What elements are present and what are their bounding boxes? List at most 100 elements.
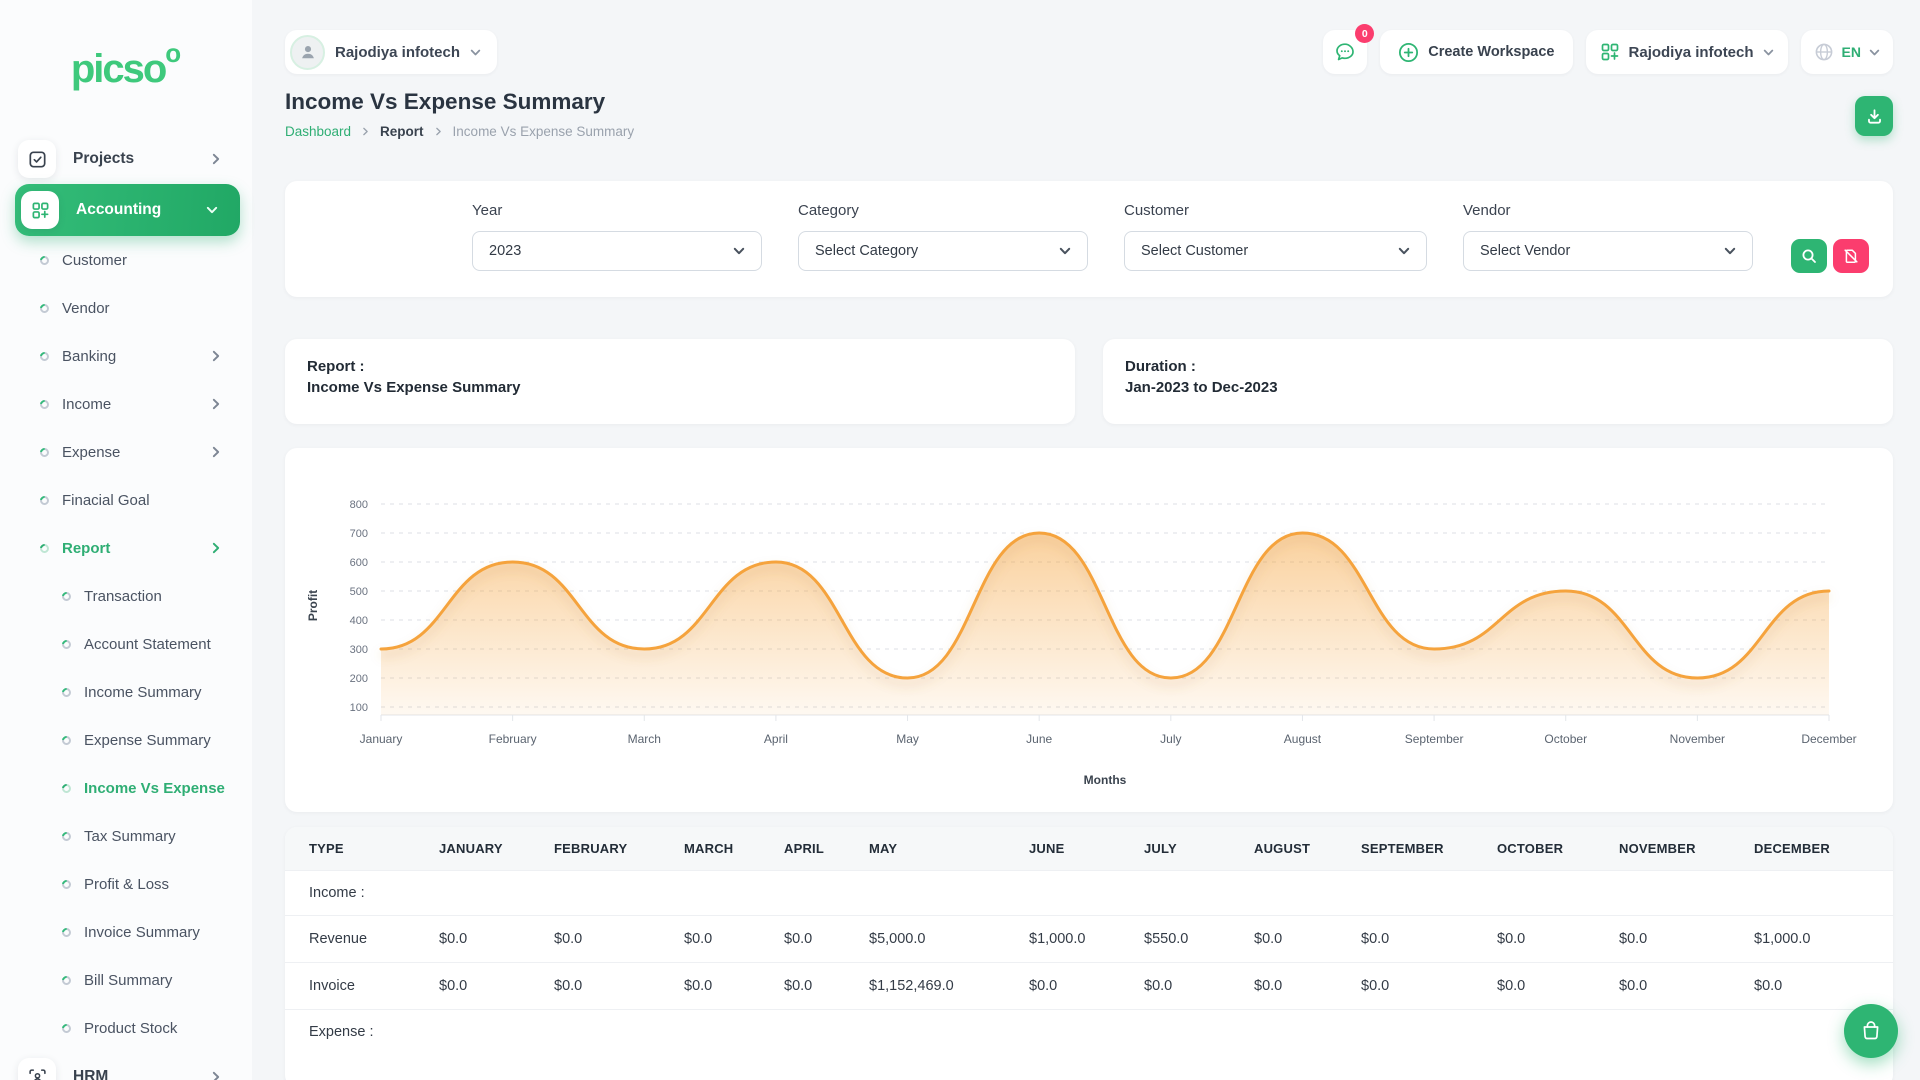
workspace-name: Rajodiya infotech bbox=[1629, 44, 1754, 61]
chevron-down-icon bbox=[1869, 47, 1880, 58]
shopping-bag-icon bbox=[1859, 1019, 1883, 1043]
chat-bubble-icon bbox=[1333, 40, 1357, 64]
messages-button[interactable]: 0 bbox=[1323, 30, 1367, 74]
apply-filter-button[interactable] bbox=[1791, 239, 1827, 273]
bullet-icon bbox=[60, 638, 73, 651]
sidebar-item-tax-summary[interactable]: Tax Summary bbox=[0, 812, 252, 860]
report-card-label: Report : bbox=[307, 356, 1053, 377]
year-select[interactable]: 2023 bbox=[472, 231, 762, 271]
checkbox-icon-box bbox=[18, 140, 56, 178]
sidebar-item-income-summary[interactable]: Income Summary bbox=[0, 668, 252, 716]
sidebar-item-expense-summary[interactable]: Expense Summary bbox=[0, 716, 252, 764]
svg-text:August: August bbox=[1284, 732, 1322, 746]
svg-text:200: 200 bbox=[350, 673, 368, 685]
svg-text:October: October bbox=[1544, 732, 1587, 746]
sidebar-item-label: Income Vs Expense bbox=[84, 780, 225, 797]
reset-filter-button[interactable] bbox=[1833, 239, 1869, 273]
sidebar-item-label: Bill Summary bbox=[84, 972, 172, 989]
customer-select[interactable]: Select Customer bbox=[1124, 231, 1427, 271]
column-header-june: JUNE bbox=[1005, 827, 1120, 871]
cell-value: $550.0 bbox=[1120, 916, 1230, 963]
top-right-actions: 0 Create Workspace Rajodiya infotech EN bbox=[1323, 30, 1893, 74]
vendor-select[interactable]: Select Vendor bbox=[1463, 231, 1753, 271]
cell-value: $0.0 bbox=[1230, 963, 1337, 1010]
sidebar-item-report[interactable]: Report bbox=[0, 524, 252, 572]
breadcrumb-dashboard[interactable]: Dashboard bbox=[285, 124, 351, 139]
category-label: Category bbox=[798, 202, 1088, 219]
filter-panel: Year 2023 Category Select Category Custo… bbox=[285, 181, 1893, 297]
breadcrumb-report[interactable]: Report bbox=[380, 124, 424, 139]
category-select[interactable]: Select Category bbox=[798, 231, 1088, 271]
plus-circle-icon bbox=[1398, 42, 1419, 63]
cell-value: $0.0 bbox=[530, 963, 660, 1010]
top-bar: Rajodiya infotech 0 Create Workspace Raj… bbox=[285, 30, 1893, 74]
sidebar-item-label: Expense Summary bbox=[84, 732, 211, 749]
svg-text:June: June bbox=[1026, 732, 1052, 746]
create-workspace-button[interactable]: Create Workspace bbox=[1380, 30, 1572, 74]
cell-value: $0.0 bbox=[1337, 963, 1473, 1010]
cell-value: $0.0 bbox=[530, 916, 660, 963]
cell-value: $1,000.0 bbox=[1730, 916, 1893, 963]
bullet-icon bbox=[60, 782, 73, 795]
svg-text:September: September bbox=[1405, 732, 1464, 746]
workspace-selector-left[interactable]: Rajodiya infotech bbox=[285, 30, 497, 74]
sidebar-item-expense[interactable]: Expense bbox=[0, 428, 252, 476]
sidebar-item-customer[interactable]: Customer bbox=[0, 236, 252, 284]
language-selector[interactable]: EN bbox=[1801, 30, 1893, 74]
sidebar-item-accounting[interactable]: Accounting bbox=[15, 184, 240, 236]
sidebar-item-vendor[interactable]: Vendor bbox=[0, 284, 252, 332]
chevron-down-icon bbox=[1763, 47, 1774, 58]
category-value: Select Category bbox=[815, 243, 918, 259]
sidebar-item-banking[interactable]: Banking bbox=[0, 332, 252, 380]
sidebar-item-projects[interactable]: Projects bbox=[0, 134, 252, 184]
bullet-icon bbox=[38, 398, 51, 411]
svg-text:May: May bbox=[896, 732, 919, 746]
customer-field: Customer Select Customer bbox=[1124, 202, 1427, 271]
chevron-down-icon bbox=[1059, 245, 1071, 257]
workspace-name: Rajodiya infotech bbox=[335, 44, 460, 61]
chevron-down-icon bbox=[470, 47, 481, 58]
breadcrumb: Dashboard Report Income Vs Expense Summa… bbox=[285, 124, 634, 139]
sidebar-item-account-statement[interactable]: Account Statement bbox=[0, 620, 252, 668]
file-off-icon bbox=[1843, 248, 1859, 264]
section-title: Expense : bbox=[285, 1010, 1893, 1055]
bullet-icon bbox=[38, 302, 51, 315]
sidebar-item-finacial-goal[interactable]: Finacial Goal bbox=[0, 476, 252, 524]
sidebar-item-bill-summary[interactable]: Bill Summary bbox=[0, 956, 252, 1004]
bullet-icon bbox=[60, 1022, 73, 1035]
svg-text:November: November bbox=[1670, 732, 1725, 746]
sidebar-item-income[interactable]: Income bbox=[0, 380, 252, 428]
sidebar: picsoo ProjectsAccountingCustomerVendorB… bbox=[0, 0, 252, 1080]
cell-value: $0.0 bbox=[1595, 963, 1730, 1010]
chevron-down-icon bbox=[206, 204, 218, 216]
vendor-label: Vendor bbox=[1463, 202, 1753, 219]
table-body: Income :Revenue$0.0$0.0$0.0$0.0$5,000.0$… bbox=[285, 871, 1893, 1055]
svg-text:600: 600 bbox=[350, 557, 368, 569]
bullet-icon bbox=[38, 254, 51, 267]
bullet-icon bbox=[60, 926, 73, 939]
customer-value: Select Customer bbox=[1141, 243, 1248, 259]
duration-card-value: Jan-2023 to Dec-2023 bbox=[1125, 377, 1871, 398]
bullet-icon bbox=[38, 350, 51, 363]
cell-value: $0.0 bbox=[1005, 963, 1120, 1010]
duration-card-label: Duration : bbox=[1125, 356, 1871, 377]
svg-text:February: February bbox=[489, 732, 537, 746]
download-button[interactable] bbox=[1855, 96, 1893, 136]
sidebar-item-transaction[interactable]: Transaction bbox=[0, 572, 252, 620]
hrm-icon-box bbox=[18, 1058, 56, 1080]
workspace-selector-right[interactable]: Rajodiya infotech bbox=[1586, 30, 1788, 74]
sidebar-item-hrm[interactable]: HRM bbox=[0, 1052, 252, 1080]
sidebar-item-invoice-summary[interactable]: Invoice Summary bbox=[0, 908, 252, 956]
sidebar-item-product-stock[interactable]: Product Stock bbox=[0, 1004, 252, 1052]
sidebar-item-profit-loss[interactable]: Profit & Loss bbox=[0, 860, 252, 908]
sidebar-item-label: Profit & Loss bbox=[84, 876, 169, 893]
user-scan-icon bbox=[28, 1068, 47, 1080]
sidebar-item-label: Banking bbox=[62, 348, 116, 365]
column-header-september: SEPTEMBER bbox=[1337, 827, 1473, 871]
shop-fab-button[interactable] bbox=[1844, 1004, 1898, 1058]
duration-card: Duration : Jan-2023 to Dec-2023 bbox=[1103, 339, 1893, 424]
title-row: Income Vs Expense Summary Dashboard Repo… bbox=[285, 89, 1893, 139]
sidebar-item-income-vs-expense[interactable]: Income Vs Expense bbox=[0, 764, 252, 812]
customer-label: Customer bbox=[1124, 202, 1427, 219]
column-header-july: JULY bbox=[1120, 827, 1230, 871]
